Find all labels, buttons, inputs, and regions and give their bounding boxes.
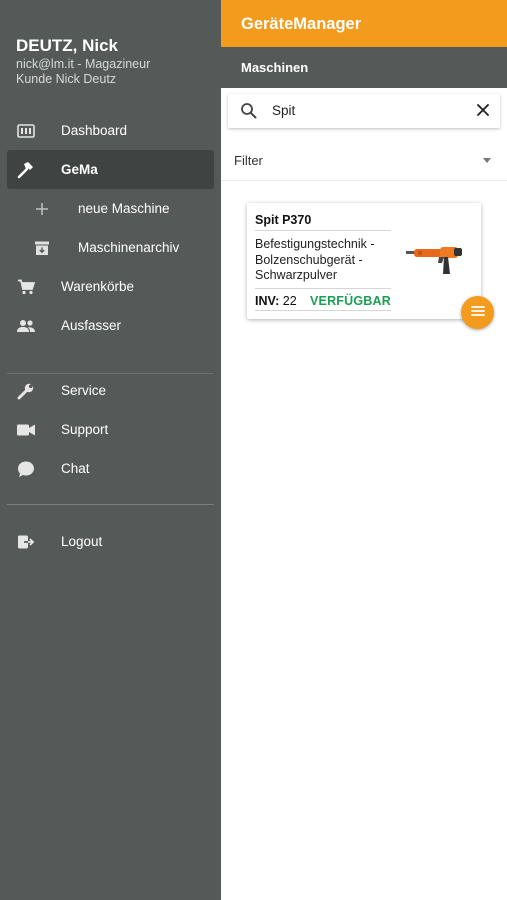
people-icon [16, 316, 36, 336]
sidebar-item-new-machine[interactable]: neue Maschine [7, 189, 214, 228]
sidebar-item-label: neue Maschine [78, 201, 170, 216]
section-title: Maschinen [241, 60, 309, 75]
inventory-number: INV: 22 [255, 294, 297, 308]
sidebar-item-label: GeMa [61, 162, 98, 177]
sidebar-item-ausfasser[interactable]: Ausfasser [7, 306, 214, 345]
cart-icon [16, 277, 36, 297]
sidebar-item-carts[interactable]: Warenkörbe [7, 267, 214, 306]
search-input[interactable]: Spit [272, 103, 295, 118]
user-client: Kunde Nick Deutz [16, 72, 117, 86]
machine-description: Befestigungstechnik - Bolzenschubgerät -… [255, 237, 375, 282]
close-icon[interactable] [476, 103, 490, 122]
chevron-down-icon [483, 158, 491, 163]
inventory-label: INV: [255, 294, 280, 308]
hammer-icon [16, 160, 36, 180]
sidebar-item-label: Maschinenarchiv [78, 240, 180, 255]
dashboard-icon [16, 121, 36, 141]
sidebar-item-label: Warenkörbe [61, 279, 135, 294]
user-email-role: nick@lm.it - Magazineur [16, 57, 151, 71]
nail-gun-image [404, 241, 466, 282]
menu-fab-button[interactable] [461, 296, 494, 329]
app-title: GeräteManager [241, 15, 362, 33]
search-bar[interactable]: Spit [228, 94, 500, 128]
search-icon [240, 102, 257, 124]
machine-title: Spit P370 [255, 213, 312, 227]
app-bar: GeräteManager [221, 0, 507, 47]
sidebar-item-label: Support [61, 422, 109, 437]
logout-icon [16, 532, 36, 552]
video-camera-icon [16, 420, 36, 440]
status-badge: VERFÜGBAR [310, 294, 391, 308]
section-bar: Maschinen [221, 47, 507, 88]
wrench-icon [16, 381, 36, 401]
chat-bubble-icon [16, 459, 36, 479]
filter-dropdown[interactable]: Filter [221, 141, 507, 181]
sidebar-item-support[interactable]: Support [7, 410, 214, 449]
main-content: GeräteManager Maschinen Spit Filter Spit… [221, 0, 507, 900]
sidebar-item-label: Service [61, 383, 107, 398]
machine-card[interactable]: Spit P370 Befestigungstechnik - Bolzensc… [247, 203, 481, 319]
sidebar-item-gema[interactable]: GeMa [7, 150, 214, 189]
card-divider [255, 310, 391, 311]
sidebar-divider [7, 504, 214, 505]
sidebar-item-label: Logout [61, 534, 103, 549]
sidebar-item-label: Dashboard [61, 123, 128, 138]
sidebar-item-service[interactable]: Service [7, 371, 214, 410]
inventory-value: 22 [282, 294, 297, 308]
card-divider [255, 230, 391, 231]
sidebar-item-chat[interactable]: Chat [7, 449, 214, 488]
sidebar-item-label: Chat [61, 461, 90, 476]
sidebar-item-logout[interactable]: Logout [7, 522, 214, 561]
sidebar-item-machine-archive[interactable]: Maschinenarchiv [7, 228, 214, 267]
filter-label: Filter [234, 153, 263, 168]
menu-icon [470, 304, 485, 322]
plus-icon [32, 199, 52, 219]
card-divider [255, 288, 391, 289]
navigation-drawer: DEUTZ, Nick nick@lm.it - Magazineur Kund… [0, 0, 221, 900]
sidebar-item-label: Ausfasser [61, 318, 122, 333]
archive-icon [32, 238, 52, 258]
sidebar-item-dashboard[interactable]: Dashboard [7, 111, 214, 150]
user-name: DEUTZ, Nick [16, 36, 119, 55]
